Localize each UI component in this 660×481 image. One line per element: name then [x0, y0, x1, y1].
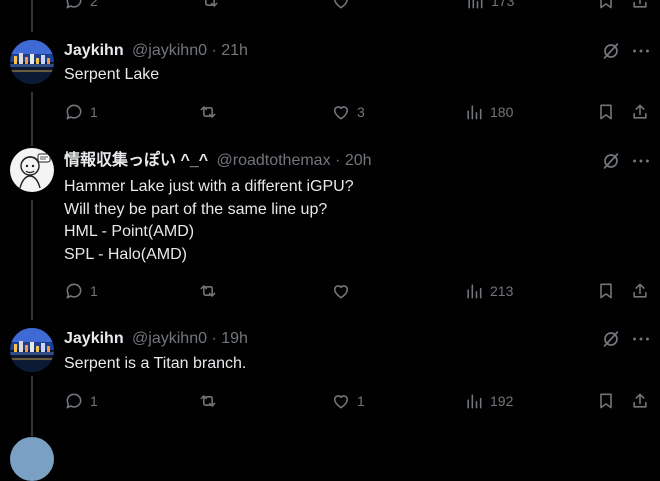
- separator-dot: ·: [211, 42, 222, 59]
- repost-icon: [200, 106, 216, 118]
- bookmark-button[interactable]: [596, 0, 616, 12]
- avatar[interactable]: [10, 40, 54, 84]
- views-icon: [468, 0, 483, 9]
- avatar[interactable]: [10, 148, 54, 192]
- timestamp[interactable]: 20h: [345, 152, 372, 169]
- share-button[interactable]: [630, 0, 650, 12]
- views-button[interactable]: 180: [464, 101, 513, 123]
- tweet-text-line: Serpent Lake: [64, 66, 160, 83]
- tweet-header: Jaykihn @jaykihn0 · 21h: [64, 40, 248, 62]
- display-name[interactable]: Jaykihn: [64, 330, 124, 347]
- repost-button[interactable]: [198, 280, 224, 302]
- grok-icon[interactable]: [600, 150, 622, 172]
- like-count: 3: [357, 104, 365, 120]
- like-button[interactable]: [331, 0, 351, 12]
- tweet-text-line: Will they be part of the same line up?: [64, 200, 328, 218]
- like-button[interactable]: [331, 280, 357, 302]
- view-count: 180: [490, 104, 514, 120]
- bookmark-button[interactable]: [596, 280, 616, 302]
- share-icon: [633, 283, 647, 298]
- views-icon: [467, 394, 482, 409]
- timestamp[interactable]: 19h: [221, 330, 248, 347]
- views-button[interactable]: 192: [464, 390, 513, 412]
- user-handle[interactable]: @roadtothemax: [217, 152, 331, 169]
- views-icon: [467, 105, 482, 120]
- more-icon[interactable]: [630, 328, 652, 350]
- bookmark-icon: [600, 283, 612, 299]
- views-icon: [467, 284, 482, 299]
- like-count: 1: [357, 393, 365, 409]
- share-icon: [633, 0, 647, 8]
- tweet-text-line: HML - Point(AMD): [64, 223, 195, 240]
- share-button[interactable]: [630, 390, 650, 412]
- like-icon: [333, 106, 349, 120]
- repost-icon: [200, 395, 216, 407]
- tweet-text: Serpent Lake: [64, 64, 159, 87]
- views-button[interactable]: 173: [465, 0, 514, 12]
- share-button[interactable]: [630, 101, 650, 123]
- reply-button[interactable]: 2: [64, 0, 98, 12]
- like-button[interactable]: 1: [331, 390, 365, 412]
- tweet-header: Jaykihn @jaykihn0 · 19h: [64, 328, 248, 350]
- more-icon[interactable]: [630, 40, 652, 62]
- share-icon: [633, 393, 647, 408]
- repost-icon: [200, 285, 216, 297]
- repost-button[interactable]: [198, 101, 224, 123]
- like-icon: [334, 0, 348, 9]
- avatar-image: [10, 40, 54, 84]
- bookmark-icon: [600, 0, 612, 9]
- reply-button[interactable]: 1: [64, 101, 98, 123]
- repost-button[interactable]: [200, 0, 220, 12]
- display-name[interactable]: 情報収集っぽい ^_^: [64, 152, 208, 169]
- reply-icon: [66, 0, 82, 9]
- tweet-text-line: Serpent is a Titan branch.: [64, 355, 247, 372]
- display-name[interactable]: Jaykihn: [64, 42, 124, 59]
- view-count: 213: [490, 283, 514, 299]
- share-icon: [633, 104, 647, 119]
- user-handle[interactable]: @jaykihn0: [132, 330, 207, 347]
- bookmark-button[interactable]: [596, 101, 616, 123]
- share-button[interactable]: [630, 280, 650, 302]
- reply-count: 1: [90, 283, 98, 299]
- avatar[interactable]: [10, 328, 54, 372]
- reply-count: 1: [90, 104, 98, 120]
- grok-icon[interactable]: [600, 40, 622, 62]
- tweet-text-line: SPL - Halo(AMD): [64, 245, 187, 263]
- separator-dot: ·: [335, 152, 345, 169]
- like-button[interactable]: 3: [331, 101, 365, 123]
- next-tweet-partial: [10, 437, 54, 481]
- reply-count: 1: [90, 393, 98, 409]
- more-icon[interactable]: [630, 150, 652, 172]
- repost-button[interactable]: [198, 390, 224, 412]
- reply-button[interactable]: 1: [64, 390, 98, 412]
- avatar-image: [10, 328, 54, 372]
- reply-button[interactable]: 1: [64, 280, 98, 302]
- view-count: 192: [490, 393, 514, 409]
- tweet[interactable]: 情報収集っぽい ^_^ @roadtothemax · 20h Hammer L…: [0, 148, 660, 310]
- separator-dot: ·: [211, 330, 222, 347]
- reply-icon: [66, 393, 82, 409]
- views-button[interactable]: 213: [464, 280, 513, 302]
- repost-icon: [205, 0, 218, 7]
- previous-tweet-actions: 2 173: [0, 0, 660, 12]
- reply-icon: [66, 104, 82, 120]
- reply-icon: [66, 283, 82, 299]
- tweet[interactable]: Jaykihn @jaykihn0 · 19h Serpent is a Tit…: [0, 328, 660, 420]
- like-icon: [333, 395, 349, 409]
- bookmark-button[interactable]: [596, 390, 616, 412]
- tweet-text: Serpent is a Titan branch.: [64, 353, 246, 376]
- bookmark-icon: [600, 104, 612, 120]
- user-handle[interactable]: @jaykihn0: [132, 42, 207, 59]
- bookmark-icon: [600, 393, 612, 409]
- like-icon: [333, 285, 349, 299]
- tweet-text-line: Hammer Lake just with a different iGPU?: [64, 178, 354, 195]
- tweet[interactable]: Jaykihn @jaykihn0 · 21h Serpent Lake 1 3…: [0, 40, 660, 131]
- timestamp[interactable]: 21h: [221, 42, 248, 59]
- grok-icon[interactable]: [600, 328, 622, 350]
- avatar-image: [10, 148, 54, 192]
- tweet-text: Hammer Lake just with a different iGPU? W…: [64, 176, 354, 266]
- tweet-header: 情報収集っぽい ^_^ @roadtothemax · 20h: [64, 150, 372, 172]
